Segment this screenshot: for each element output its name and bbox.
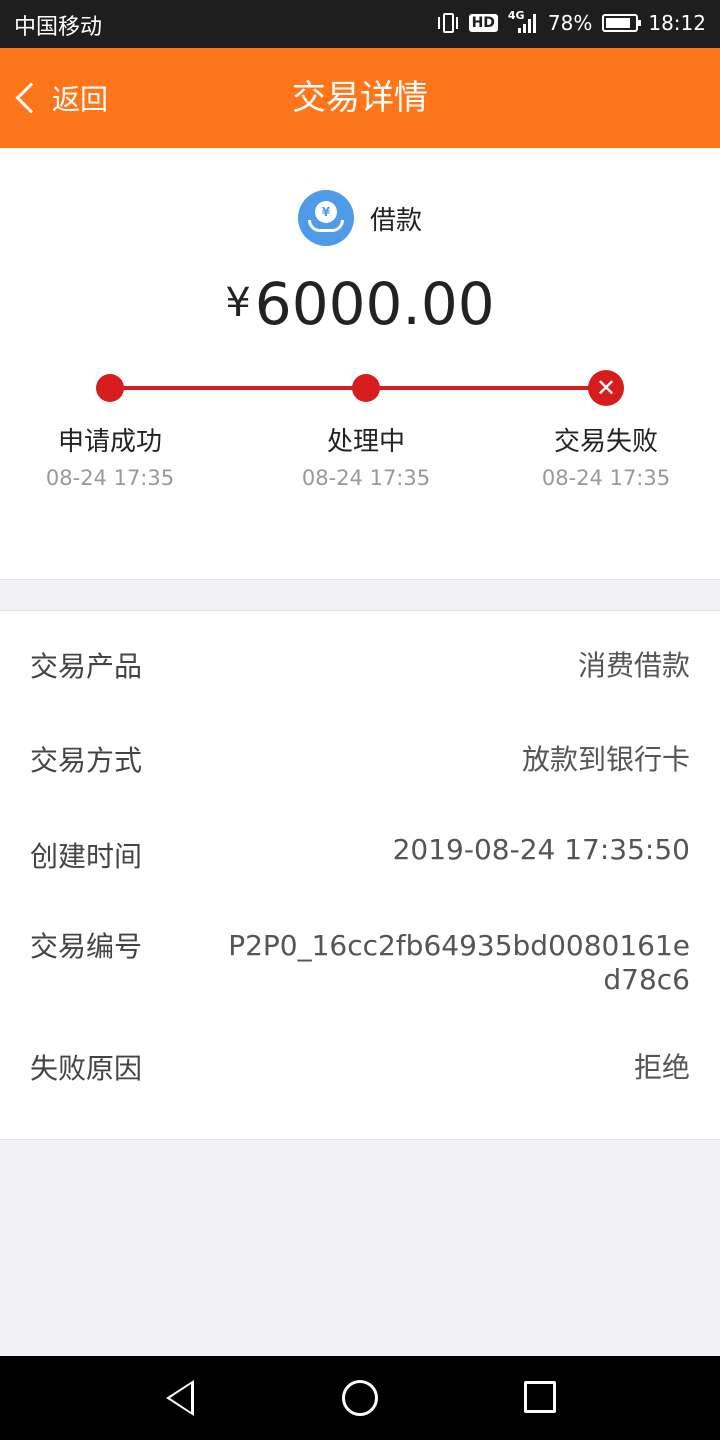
step-processing: 处理中 08-24 17:35 bbox=[276, 424, 456, 490]
transaction-details: 交易产品 消费借款 交易方式 放款到银行卡 创建时间 2019-08-24 17… bbox=[0, 610, 720, 1140]
currency-symbol: ¥ bbox=[225, 280, 251, 326]
step-label: 申请成功 bbox=[57, 427, 162, 457]
detail-row-reason: 失败原因 拒绝 bbox=[30, 1051, 690, 1087]
detail-row-txn-id: 交易编号 P2P0_16cc2fb64935bd0080161ed78c6 bbox=[30, 929, 690, 997]
step-label: 处理中 bbox=[326, 427, 405, 457]
loan-icon: ¥ bbox=[297, 190, 354, 246]
close-icon: ✕ bbox=[588, 370, 624, 406]
step-time: 08-24 17:35 bbox=[301, 466, 431, 490]
step-dot-processing bbox=[352, 374, 380, 402]
signal-icon: 4G bbox=[507, 9, 538, 35]
nav-recents-icon[interactable] bbox=[524, 1381, 556, 1413]
detail-label: 交易产品 bbox=[30, 650, 143, 683]
app-header: 返回 交易详情 bbox=[0, 48, 720, 148]
detail-label: 创建时间 bbox=[30, 840, 143, 873]
transaction-summary: ¥ 借款 ¥6000.00 ✕ 申请成功 08-24 17:35 处理中 08-… bbox=[0, 148, 720, 580]
detail-label: 交易方式 bbox=[30, 744, 143, 777]
step-time: 08-24 17:35 bbox=[45, 466, 175, 490]
step-dot-applied bbox=[96, 374, 124, 402]
detail-value: P2P0_16cc2fb64935bd0080161ed78c6 bbox=[228, 929, 690, 996]
amount-value: 6000.00 bbox=[254, 270, 495, 338]
system-nav-bar bbox=[0, 1356, 720, 1440]
detail-value: 放款到银行卡 bbox=[521, 743, 690, 776]
nav-home-icon[interactable] bbox=[342, 1380, 378, 1416]
battery-percent: 78% bbox=[547, 11, 593, 35]
nav-back-icon[interactable] bbox=[166, 1380, 194, 1416]
product-name: 借款 bbox=[369, 205, 422, 236]
clock: 18:12 bbox=[648, 11, 706, 35]
detail-label: 失败原因 bbox=[30, 1052, 143, 1085]
detail-row-created: 创建时间 2019-08-24 17:35:50 bbox=[30, 833, 690, 875]
carrier-name: 中国移动 bbox=[14, 15, 103, 40]
product-row: ¥ 借款 bbox=[0, 190, 720, 246]
detail-value: 消费借款 bbox=[577, 649, 690, 682]
vibrate-icon bbox=[437, 10, 459, 36]
detail-label: 交易编号 bbox=[30, 930, 143, 963]
hd-icon: HD bbox=[468, 14, 498, 32]
step-time: 08-24 17:35 bbox=[541, 466, 671, 490]
network-type: 4G bbox=[507, 9, 525, 22]
status-icons: HD 4G 78% 18:12 bbox=[437, 8, 706, 38]
step-failed: 交易失败 08-24 17:35 bbox=[516, 424, 696, 490]
battery-icon bbox=[602, 14, 642, 32]
detail-row-method: 交易方式 放款到银行卡 bbox=[30, 743, 690, 779]
status-bar: 中国移动 HD 4G 78% 18:12 bbox=[0, 0, 720, 48]
step-applied: 申请成功 08-24 17:35 bbox=[20, 424, 200, 490]
step-label: 交易失败 bbox=[553, 427, 658, 457]
detail-value: 拒绝 bbox=[633, 1051, 690, 1084]
page-title: 交易详情 bbox=[292, 78, 428, 118]
transaction-amount: ¥6000.00 bbox=[0, 270, 720, 338]
detail-row-product: 交易产品 消费借款 bbox=[30, 649, 690, 685]
detail-value: 2019-08-24 17:35:50 bbox=[392, 833, 690, 866]
